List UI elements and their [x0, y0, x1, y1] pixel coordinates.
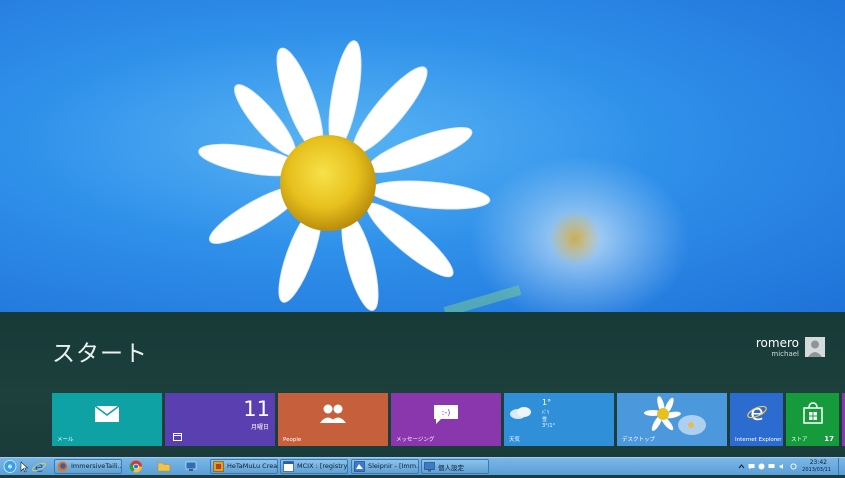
messaging-icon: :-): [434, 405, 458, 424]
taskbar-explorer-pin[interactable]: [156, 459, 174, 474]
task-label: Sleipnir - [Imm...: [368, 462, 418, 470]
start-button[interactable]: [2, 459, 18, 474]
taskbar-network-pin[interactable]: [183, 459, 201, 474]
cloud-icon: [510, 407, 531, 419]
tile-people[interactable]: People: [278, 393, 388, 446]
network-icon[interactable]: [768, 463, 775, 470]
user-avatar-icon[interactable]: [805, 337, 825, 357]
app-icon: [213, 461, 224, 472]
user-name[interactable]: romero: [756, 336, 799, 350]
cursor-icon: [19, 459, 29, 474]
taskbar-chrome-pin[interactable]: [128, 459, 146, 474]
people-icon: [320, 404, 346, 423]
weather-line2: 雪: [542, 417, 548, 423]
svg-text::-): :-): [442, 408, 451, 417]
store-bag-icon: [803, 402, 823, 424]
registry-window-icon: [283, 461, 294, 472]
tile-weather-label: 天気: [509, 437, 521, 443]
weather-temp: 1°: [542, 398, 552, 407]
action-center-icon[interactable]: [748, 463, 755, 470]
task-label: ImmersiveTaili...: [71, 462, 121, 470]
firefox-icon: [57, 461, 68, 472]
chrome-icon: [129, 460, 142, 473]
user-subtitle: michael: [771, 350, 799, 358]
calendar-day: 11: [243, 397, 270, 421]
task-label: MCIX : [registry]: [297, 462, 347, 470]
task-label: HeTaMuLu Crea...: [227, 462, 277, 470]
tile-desktop[interactable]: デスクトップ: [617, 393, 727, 446]
show-hidden-icons-icon[interactable]: [738, 463, 745, 470]
tile-weather[interactable]: 1° ﾊﾟﾘ 雪 3°/1° 天気: [504, 393, 614, 446]
folder-icon: [157, 462, 171, 472]
taskbar-task-mcix[interactable]: MCIX : [registry]: [280, 459, 348, 474]
tile-calendar[interactable]: 11 月曜日: [165, 393, 275, 446]
weather-line3: 3°/1°: [542, 423, 556, 429]
tile-internet-explorer[interactable]: e Internet Explorer: [730, 393, 783, 446]
svg-text:e: e: [35, 460, 44, 474]
personalize-icon: [424, 462, 435, 472]
taskbar: e ImmersiveTaili... HeTaMuLu Crea MCIX:…: [0, 457, 845, 476]
volume-icon[interactable]: [779, 463, 786, 470]
start-title: スタート: [52, 341, 148, 367]
taskbar-ie-pin[interactable]: e: [31, 459, 47, 476]
store-update-count: 17: [824, 435, 834, 443]
mail-icon: [94, 405, 120, 422]
start-screen: スタート romero michael メール 11 月曜日 People:-…: [0, 312, 845, 457]
tile-mail[interactable]: メール: [52, 393, 162, 446]
tile-messaging[interactable]: :-) メッセージング: [391, 393, 501, 446]
task-label: 個人設定: [438, 464, 464, 472]
tile-store[interactable]: ストア 17: [786, 393, 839, 446]
start-orb-icon: [3, 460, 17, 473]
tile-desktop-label: デスクトップ: [622, 437, 656, 443]
taskbar-task-hetamulu[interactable]: HeTaMuLu Crea...: [210, 459, 278, 474]
sleipnir-browser-icon: [354, 461, 365, 472]
tile-mail-label: メール: [57, 437, 74, 443]
chat-icon[interactable]: [758, 463, 765, 470]
taskbar-task-personalize[interactable]: 個人設定: [421, 459, 489, 474]
calendar-weekday: 月曜日: [250, 424, 269, 431]
desktop-wallpaper: [0, 0, 845, 312]
tile-people-label: People: [283, 437, 302, 443]
tile-ie-label: Internet Explorer: [735, 437, 782, 443]
tile-store-label: ストア: [791, 437, 808, 443]
tile-messaging-label: メッセージング: [396, 437, 435, 443]
calendar-icon: [173, 433, 182, 441]
taskbar-task-immersive[interactable]: ImmersiveTaili...: [54, 459, 122, 474]
clock-date[interactable]: 2013/03/11: [802, 467, 831, 473]
svg-text:e: e: [750, 401, 764, 423]
daisy-wallpaper-image: [198, 40, 690, 312]
ie-small-icon: e: [32, 460, 46, 476]
show-desktop-button[interactable]: [838, 458, 845, 475]
taskbar-task-sleipnir[interactable]: Sleipnir - [Imm...: [351, 459, 419, 474]
clock-time[interactable]: 23:42: [810, 459, 827, 466]
internet-explorer-icon: e: [747, 401, 767, 423]
weather-line1: ﾊﾟﾘ: [542, 410, 550, 416]
power-icon[interactable]: [790, 463, 797, 470]
network-computer-icon: [185, 461, 197, 471]
